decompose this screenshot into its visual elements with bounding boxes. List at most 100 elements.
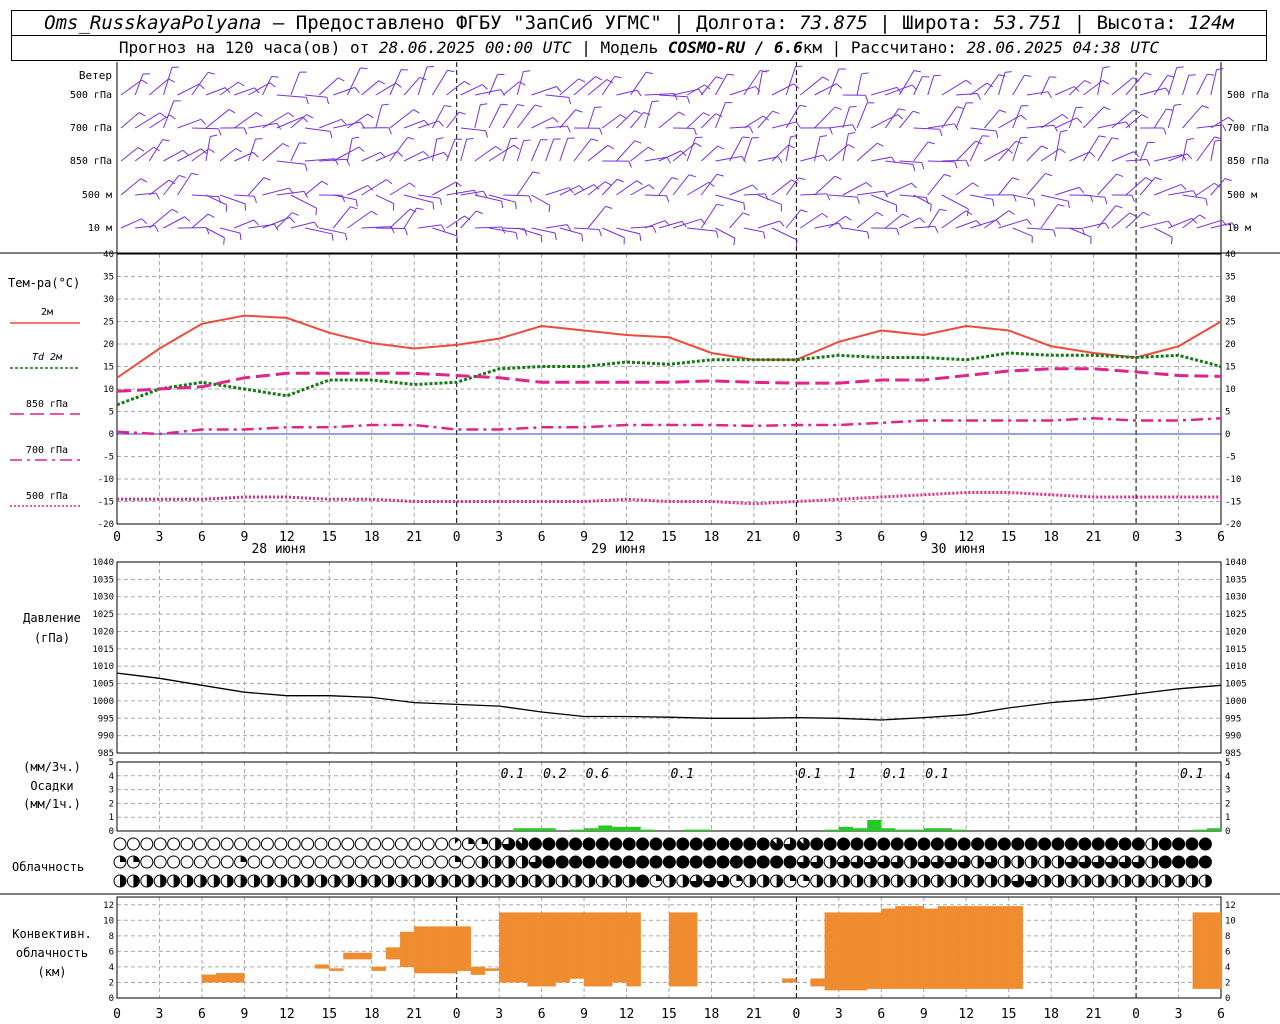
cloud-cover-symbol bbox=[327, 837, 341, 851]
wind-barb-flag bbox=[1167, 220, 1173, 228]
wind-barb-flag bbox=[717, 145, 725, 150]
cloud-fill bbox=[160, 875, 167, 887]
wind-barb bbox=[1054, 86, 1075, 96]
wind-barb-flag bbox=[1141, 114, 1149, 119]
cloud-circle bbox=[743, 837, 757, 851]
wind-barb bbox=[1012, 105, 1022, 129]
wind-barb-flag bbox=[305, 97, 309, 105]
cloud-circle bbox=[461, 855, 475, 869]
wind-barb bbox=[134, 112, 161, 129]
y-tick-label: 40 bbox=[103, 250, 114, 260]
cloud-cover-symbol bbox=[569, 855, 583, 869]
day-label: 29 июня bbox=[591, 542, 646, 557]
wind-barb-flag bbox=[235, 148, 243, 153]
wind-barb bbox=[1097, 137, 1113, 162]
y-tick-label: -5 bbox=[103, 453, 114, 463]
wind-barb bbox=[120, 112, 140, 129]
wind-barb-flag bbox=[686, 96, 691, 104]
cloud-cover-symbol bbox=[716, 837, 730, 851]
wind-level-label: 500 гПа bbox=[70, 90, 112, 101]
wind-barb bbox=[771, 144, 789, 162]
wind-barb-flag bbox=[620, 114, 627, 119]
wind-barb bbox=[700, 145, 719, 162]
cloud-cover-symbol bbox=[1145, 855, 1159, 869]
wind-barb bbox=[431, 70, 448, 96]
wind-barb bbox=[856, 190, 885, 196]
cloud-circle bbox=[287, 855, 301, 869]
cloud-cover-symbol bbox=[930, 837, 944, 851]
wind-barb-flag bbox=[1170, 237, 1173, 245]
wind-barb bbox=[771, 227, 798, 241]
cloud-cover-symbol bbox=[528, 837, 542, 851]
cloud-fill bbox=[548, 875, 555, 887]
x-tick-label: 18 bbox=[1043, 530, 1059, 545]
wind-barb bbox=[1055, 186, 1080, 196]
cloud-circle bbox=[582, 855, 596, 869]
wind-barb bbox=[771, 121, 797, 129]
wind-barb bbox=[884, 108, 900, 129]
wind-barb-flag bbox=[614, 75, 622, 79]
cloud-cover-symbol bbox=[689, 837, 703, 851]
cloud-cover-symbol bbox=[1038, 874, 1052, 888]
wind-barb-flag bbox=[169, 114, 176, 120]
wind-barb bbox=[1182, 194, 1206, 200]
wind-barb bbox=[1111, 212, 1131, 229]
cloud-cover-symbol bbox=[1172, 874, 1186, 888]
pressure-title: Давление bbox=[23, 611, 81, 625]
cloud-circle bbox=[823, 837, 837, 851]
wind-barb-flag bbox=[897, 114, 904, 120]
wind-barb-flag bbox=[1111, 137, 1119, 140]
wind-barb bbox=[1083, 222, 1106, 229]
wind-barb bbox=[162, 100, 175, 129]
precip-bar bbox=[881, 828, 896, 831]
wind-barb-flag bbox=[1201, 105, 1209, 109]
meteogram: Ветер 500 гПа 500 гПа 700 гПа 700 гПа 850 гПа… bbox=[0, 62, 1280, 1022]
cloud-fill bbox=[803, 875, 810, 881]
wind-level-label: 700 гПа bbox=[1227, 123, 1269, 134]
y-tick-label: 1 bbox=[1225, 813, 1230, 823]
cloud-fill bbox=[495, 875, 502, 887]
cloud-cover-symbol bbox=[649, 855, 663, 869]
wind-barb-flag bbox=[306, 114, 314, 119]
cloud-cover-symbol bbox=[890, 837, 904, 851]
wind-barb bbox=[559, 78, 580, 96]
cloud-cover-symbol bbox=[1198, 855, 1212, 869]
y-tick-label: -15 bbox=[98, 498, 114, 508]
wind-barb-flag bbox=[911, 182, 917, 189]
cloud-cover-symbol bbox=[153, 874, 167, 888]
y-tick-label: 995 bbox=[1225, 714, 1241, 724]
wind-barb bbox=[262, 112, 289, 129]
cloud-cover-symbol bbox=[837, 855, 851, 869]
wind-barb-flag bbox=[436, 137, 444, 140]
cloud-cover-symbol bbox=[796, 837, 810, 851]
wind-barb bbox=[913, 225, 936, 229]
cloud-cover-symbol bbox=[421, 855, 435, 869]
cloud-circle bbox=[1158, 855, 1172, 869]
cloud-circle bbox=[636, 874, 650, 888]
cloud-fill bbox=[1165, 875, 1172, 887]
x-tick-label: 15 bbox=[321, 1007, 337, 1022]
cloud-circle bbox=[368, 837, 382, 851]
convective-title: облачность bbox=[16, 946, 88, 960]
cloud-circle bbox=[810, 837, 824, 851]
cloud-cover-symbol bbox=[381, 837, 395, 851]
cloud-circle bbox=[609, 855, 623, 869]
wind-barb bbox=[1040, 204, 1059, 229]
cloud-circle bbox=[595, 855, 609, 869]
wind-barb bbox=[970, 194, 993, 200]
cloud-fill bbox=[1151, 875, 1158, 887]
cloud-cover-symbol bbox=[743, 837, 757, 851]
wind-barb bbox=[828, 68, 840, 96]
wind-barb-flag bbox=[838, 222, 844, 230]
wind-barb-flag bbox=[636, 89, 642, 97]
convective-bar bbox=[583, 912, 599, 987]
wind-barb bbox=[531, 117, 554, 129]
cloud-circle bbox=[354, 837, 368, 851]
wind-barb-flag bbox=[639, 233, 642, 241]
cloud-cover-symbol bbox=[636, 855, 650, 869]
cloud-cover-symbol bbox=[997, 874, 1011, 888]
wind-barb-flag bbox=[1059, 148, 1066, 154]
cloud-cover-symbol bbox=[1091, 855, 1105, 869]
cloud-cover-symbol bbox=[421, 874, 435, 888]
cloud-circle bbox=[837, 837, 851, 851]
